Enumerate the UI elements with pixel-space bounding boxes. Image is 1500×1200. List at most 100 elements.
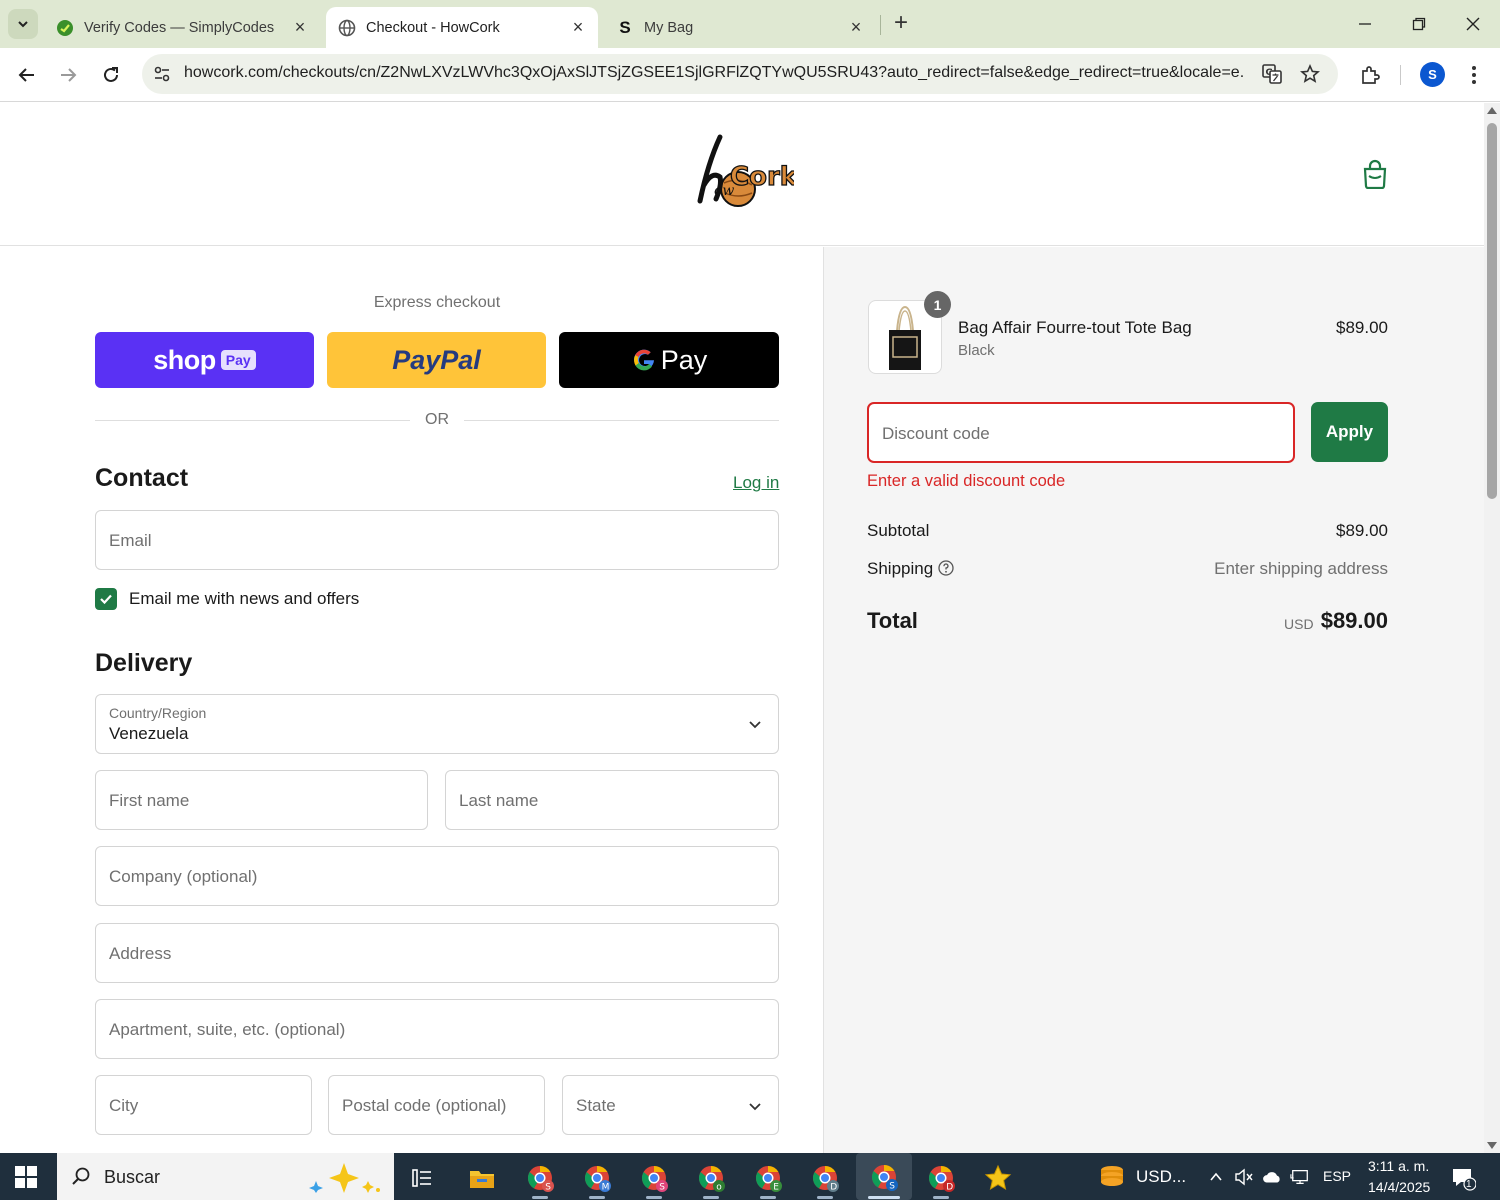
forward-button[interactable] [53,60,83,90]
address-placeholder: Address [109,944,172,963]
email-field[interactable]: Email [95,510,779,570]
windows-start-icon[interactable] [14,1165,38,1189]
subtotal-label: Subtotal [867,521,930,540]
clock-date[interactable]: 14/4/2025 [1368,1179,1430,1195]
chrome-profile-s3-icon[interactable]: S [856,1153,912,1200]
apply-discount-button[interactable]: Apply [1311,402,1388,462]
contact-heading: Contact [95,464,189,492]
bookmark-star-icon[interactable] [1298,62,1322,86]
chevron-down-icon [18,21,28,28]
active-indicator [868,1196,900,1199]
postal-code-field[interactable]: Postal code (optional) [328,1075,545,1135]
minimize-button[interactable] [1350,10,1380,38]
speaker-muted-icon[interactable] [1234,1167,1254,1187]
address-field[interactable]: Address [95,923,779,983]
page-scrollbar[interactable] [1484,103,1500,1153]
notifications-icon[interactable] [1450,1165,1476,1191]
svg-text:S: S [889,1181,895,1191]
chrome-profile-e-icon[interactable]: E [752,1162,784,1194]
city-field[interactable]: City [95,1075,312,1135]
site-settings-icon[interactable] [152,64,172,84]
running-indicator [703,1196,719,1199]
close-icon [1466,17,1480,31]
tab-simplycodes[interactable]: Verify Codes — SimplyCodes × [46,7,318,48]
help-circle-icon[interactable] [938,560,954,576]
currency-widget-icon[interactable] [1098,1164,1126,1190]
search-label: Buscar [104,1167,161,1187]
language-indicator[interactable]: ESP [1323,1168,1351,1184]
country-label: Country/Region [109,705,207,721]
tab-checkout[interactable]: Checkout - HowCork × [326,7,598,48]
chrome-profile-o-icon[interactable]: o [695,1162,727,1194]
chrome-profile-m-icon[interactable]: M [581,1162,613,1194]
browser-tabstrip: Verify Codes — SimplyCodes × Checkout - … [0,0,1500,48]
chrome-profile-s-icon[interactable]: S [524,1162,556,1194]
first-name-field[interactable]: First name [95,770,428,830]
close-icon[interactable]: × [290,17,310,38]
total-value: $89.00 [1320,608,1388,633]
url-text: howcork.com/checkouts/cn/Z2NwLXVzLWVhc3Q… [184,64,1244,81]
close-icon[interactable]: × [568,17,588,38]
chevron-up-icon[interactable] [1206,1167,1226,1187]
restore-button[interactable] [1404,10,1434,38]
address-bar[interactable]: howcork.com/checkouts/cn/Z2NwLXVzLWVhc3Q… [142,54,1338,94]
scroll-up-arrow[interactable] [1487,107,1497,114]
order-summary-panel [823,247,1484,1153]
product-variant: Black [958,342,995,359]
extensions-icon[interactable] [1356,61,1384,89]
reload-button[interactable] [96,60,126,90]
newsletter-checkbox[interactable] [95,588,117,610]
windows-taskbar: Buscar S M S o E D S D USD... ESP 3:11 a… [0,1153,1500,1200]
network-icon[interactable] [1290,1167,1310,1187]
tab-my-bag[interactable]: S My Bag × [606,7,874,48]
star-app-icon[interactable] [982,1162,1014,1194]
chrome-profile-d-icon[interactable]: D [809,1162,841,1194]
chrome-profile-s2-icon[interactable]: S [638,1162,670,1194]
howcork-logo[interactable]: ow Cork [694,133,798,211]
paypal-button[interactable]: PayPal [327,332,546,388]
newsletter-option[interactable]: Email me with news and offers [95,588,359,610]
company-field[interactable]: Company (optional) [95,846,779,906]
arrow-right-icon [61,68,77,82]
back-button[interactable] [12,60,42,90]
clock-time[interactable]: 3:11 a. m. [1368,1158,1429,1174]
checkmark-icon [100,594,112,605]
country-value: Venezuela [109,724,189,743]
currency-widget-text[interactable]: USD... [1136,1167,1186,1187]
task-view-icon[interactable] [406,1162,438,1194]
file-explorer-icon[interactable] [466,1162,498,1194]
country-select[interactable]: Country/Region Venezuela [95,694,779,754]
browser-toolbar: howcork.com/checkouts/cn/Z2NwLXVzLWVhc3Q… [0,48,1500,102]
svg-text:E: E [773,1183,779,1193]
scrollbar-thumb[interactable] [1487,123,1497,499]
restore-icon [1412,17,1426,31]
google-pay-button[interactable]: Pay [559,332,779,388]
state-select[interactable]: State [562,1075,779,1135]
delivery-heading: Delivery [95,649,193,677]
shop-pay-button[interactable]: shop Pay [95,332,314,388]
chrome-profile-d2-icon[interactable]: D [925,1162,957,1194]
last-name-field[interactable]: Last name [445,770,779,830]
apartment-field[interactable]: Apartment, suite, etc. (optional) [95,999,779,1059]
toolbar-divider [1400,65,1401,85]
close-window-button[interactable] [1458,10,1488,38]
close-icon[interactable]: × [846,17,866,38]
browser-menu-icon[interactable] [1460,61,1488,89]
quantity-badge: 1 [924,291,951,318]
tab-search-button[interactable] [8,9,38,39]
copilot-sparkle-icon [308,1161,388,1193]
new-tab-button[interactable]: + [889,11,913,36]
discount-code-placeholder: Discount code [882,424,990,443]
shopping-bag-icon[interactable] [1362,159,1388,190]
log-in-link[interactable]: Log in [733,473,779,493]
chevron-down-icon [749,721,761,729]
translate-icon[interactable]: G [1260,62,1284,86]
svg-text:D: D [830,1183,837,1193]
onedrive-cloud-icon[interactable] [1262,1167,1282,1187]
discount-code-field[interactable]: Discount code [867,402,1295,463]
scroll-down-arrow[interactable] [1487,1142,1497,1149]
newsletter-label: Email me with news and offers [129,589,360,608]
reload-icon [104,67,118,82]
google-g-icon [631,347,657,373]
profile-avatar[interactable]: S [1420,62,1445,87]
